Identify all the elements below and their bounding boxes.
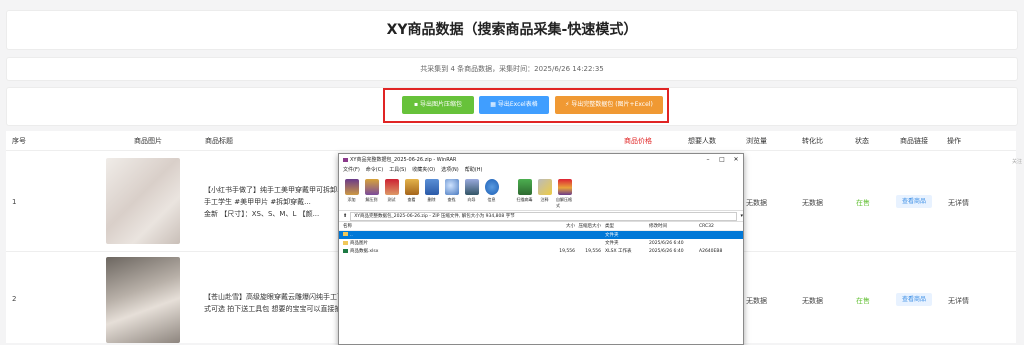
- menu-file[interactable]: 文件(F): [343, 166, 360, 173]
- add-icon: [344, 179, 359, 195]
- winrar-title: XY商品完整数据包_2025-06-26.zip - WinRAR: [350, 157, 457, 163]
- export-images-button[interactable]: ▪ 导出图片压缩包: [402, 96, 474, 114]
- product-image[interactable]: [106, 257, 180, 343]
- header-link: 商品链接: [900, 137, 928, 145]
- excel-file-icon: [343, 248, 348, 253]
- folder-icon: [343, 232, 348, 237]
- export-excel-button[interactable]: ▦ 导出Excel表格: [479, 96, 549, 114]
- wizard-icon: [464, 179, 479, 195]
- comment-icon: [537, 179, 552, 195]
- header-title: 商品标题: [205, 137, 233, 145]
- folder-icon: [343, 240, 348, 245]
- view-product-link[interactable]: 查看商品: [896, 195, 932, 208]
- tool-info[interactable]: 信息: [483, 174, 500, 210]
- row-index: 1: [12, 198, 17, 206]
- sfx-icon: [557, 179, 572, 195]
- status-badge: 在售: [856, 199, 870, 207]
- header-status: 状态: [855, 137, 869, 145]
- tool-virus-scan[interactable]: 扫描病毒: [516, 174, 533, 210]
- table-icon: ▦: [490, 101, 498, 108]
- col-type[interactable]: 类型: [605, 223, 649, 229]
- winrar-window[interactable]: XY商品完整数据包_2025-06-26.zip - WinRAR – □ ✕ …: [338, 153, 744, 345]
- extract-icon: [364, 179, 379, 195]
- header-conversion: 转化比: [802, 137, 823, 145]
- summary-bar: 共采集到 4 条商品数据，采集时间：2025/6/26 14:22:35: [6, 57, 1018, 81]
- tool-test[interactable]: 测试: [383, 174, 400, 210]
- view-icon: [404, 179, 419, 195]
- col-packed[interactable]: 压缩后大小: [575, 223, 605, 229]
- title-panel: XY商品数据（搜索商品采集-快速模式）: [6, 10, 1018, 50]
- header-wants: 想要人数: [688, 137, 716, 145]
- winrar-pathbar: ⬆ XY商品完整数据包_2025-06-26.zip - ZIP 压缩文件, 解…: [339, 211, 743, 222]
- file-row[interactable]: 商品图片 文件夹 2025/6/26 6:40: [339, 239, 743, 247]
- path-dropdown-icon[interactable]: ▾: [740, 213, 743, 219]
- action-value: 无详情: [948, 297, 969, 305]
- file-row[interactable]: .. 文件夹: [339, 231, 743, 239]
- row-index: 2: [12, 295, 17, 303]
- export-full-button[interactable]: ⚡ 导出完整数据包 (图片+Excel): [555, 96, 663, 114]
- conversion-value: 无数据: [802, 199, 823, 207]
- menu-tools[interactable]: 工具(S): [389, 166, 406, 173]
- tool-add[interactable]: 添加: [343, 174, 360, 210]
- menu-commands[interactable]: 命令(C): [366, 166, 383, 173]
- page-title: XY商品数据（搜索商品采集-快速模式）: [386, 22, 638, 38]
- header-index: 序号: [12, 137, 26, 145]
- view-product-link[interactable]: 查看商品: [896, 293, 932, 306]
- close-icon[interactable]: ✕: [729, 156, 743, 163]
- header-views: 浏览量: [746, 137, 767, 145]
- tool-sfx[interactable]: 自解压格式: [556, 174, 573, 210]
- up-folder-icon[interactable]: ⬆: [343, 213, 347, 219]
- file-list-header: 名称 大小 压缩后大小 类型 修改时间 CRC32: [339, 222, 743, 231]
- test-icon: [384, 179, 399, 195]
- col-name[interactable]: 名称: [339, 223, 549, 229]
- virus-scan-icon: [517, 179, 532, 195]
- header-action: 操作: [947, 137, 961, 145]
- find-icon: [444, 179, 459, 195]
- product-image[interactable]: [106, 158, 180, 244]
- views-value: 无数据: [746, 199, 767, 207]
- menu-options[interactable]: 选项(N): [441, 166, 459, 173]
- tool-find[interactable]: 查找: [443, 174, 460, 210]
- tool-view[interactable]: 查看: [403, 174, 420, 210]
- header-image: 商品图片: [134, 137, 162, 145]
- status-badge: 在售: [856, 297, 870, 305]
- maximize-icon[interactable]: □: [715, 156, 729, 163]
- delete-icon: [424, 179, 439, 195]
- conversion-value: 无数据: [802, 297, 823, 305]
- archive-path[interactable]: XY商品完整数据包_2025-06-26.zip - ZIP 压缩文件, 解包大…: [350, 211, 738, 221]
- minimize-icon[interactable]: –: [701, 156, 715, 163]
- winrar-toolbar: 添加 解压到 测试 查看 删除 查找 向导 信息 扫描病毒 注释 自解压格式: [339, 174, 743, 211]
- tool-extract[interactable]: 解压到: [363, 174, 380, 210]
- tool-comment[interactable]: 注释: [536, 174, 553, 210]
- file-row[interactable]: 商品数据.xlsx 19,556 19,556 XLSX 工作表 2025/6/…: [339, 247, 743, 255]
- col-size[interactable]: 大小: [549, 223, 575, 229]
- action-value: 无详情: [948, 199, 969, 207]
- winrar-app-icon: [343, 157, 348, 162]
- info-icon: [484, 179, 499, 195]
- views-value: 无数据: [746, 297, 767, 305]
- tool-wizard[interactable]: 向导: [463, 174, 480, 210]
- tool-delete[interactable]: 删除: [423, 174, 440, 210]
- menu-favorites[interactable]: 收藏夹(O): [412, 166, 435, 173]
- winrar-menubar: 文件(F) 命令(C) 工具(S) 收藏夹(O) 选项(N) 帮助(H): [339, 165, 743, 174]
- col-crc[interactable]: CRC32: [699, 224, 739, 229]
- winrar-titlebar[interactable]: XY商品完整数据包_2025-06-26.zip - WinRAR – □ ✕: [339, 154, 743, 165]
- header-price: 商品价格: [624, 137, 652, 145]
- side-tag: 关注: [1012, 159, 1023, 165]
- header-divider: [6, 150, 1016, 151]
- menu-help[interactable]: 帮助(H): [465, 166, 483, 173]
- col-modified[interactable]: 修改时间: [649, 223, 699, 229]
